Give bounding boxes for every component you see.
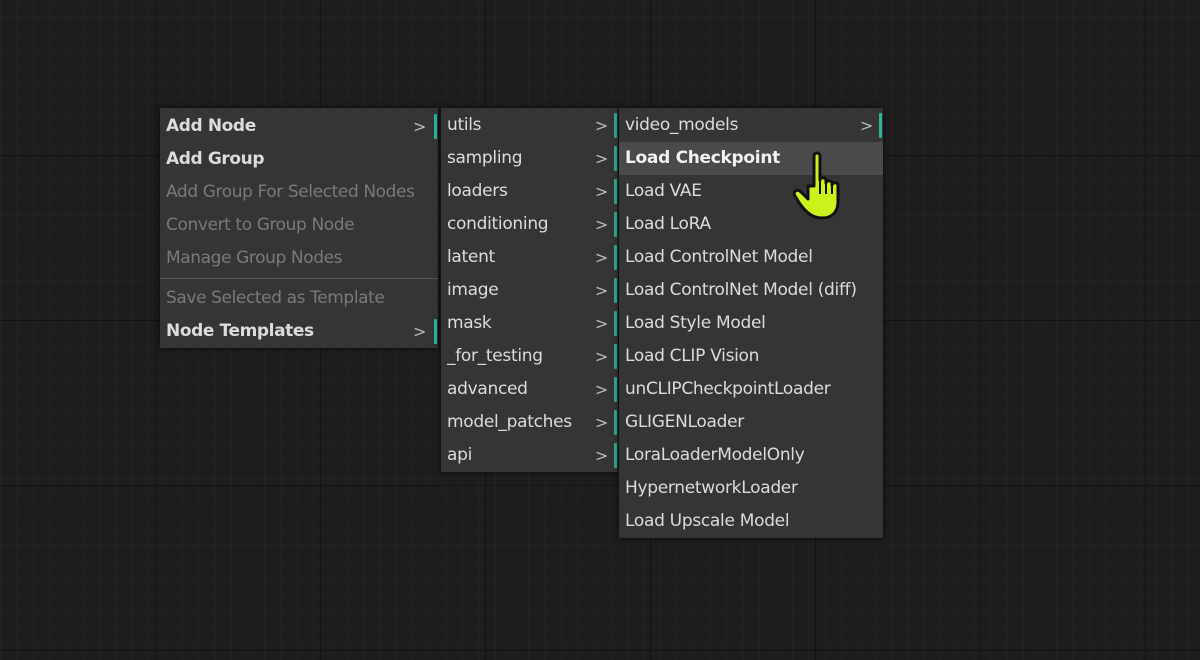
submenu-arrow-icon: > bbox=[594, 347, 608, 366]
category-submenu: utils > sampling > loaders > conditionin… bbox=[441, 108, 618, 472]
menu-item-label: Load LoRA bbox=[625, 214, 711, 234]
submenu-indicator bbox=[434, 114, 437, 139]
menu-item-label: utils bbox=[447, 115, 482, 135]
menu-item-label: api bbox=[447, 445, 473, 465]
submenu-arrow-icon: > bbox=[859, 116, 873, 135]
loader-item-load-style-model[interactable]: Load Style Model bbox=[619, 307, 883, 340]
menu-item-label: Convert to Group Node bbox=[166, 215, 355, 235]
menu-item-label: Load Checkpoint bbox=[625, 148, 780, 168]
node-graph-canvas[interactable]: Add Node > Add Group Add Group For Selec… bbox=[0, 0, 1200, 660]
submenu-arrow-icon: > bbox=[594, 413, 608, 432]
menu-item-label: model_patches bbox=[447, 412, 572, 432]
menu-item-node-templates[interactable]: Node Templates > bbox=[160, 315, 438, 348]
menu-item-label: video_models bbox=[625, 115, 739, 135]
loader-item-gligen-loader[interactable]: GLIGENLoader bbox=[619, 406, 883, 439]
menu-item-label: advanced bbox=[447, 379, 528, 399]
submenu-arrow-icon: > bbox=[594, 182, 608, 201]
menu-item-label: Load Style Model bbox=[625, 313, 766, 333]
loader-item-load-upscale-model[interactable]: Load Upscale Model bbox=[619, 505, 883, 538]
menu-item-label: Load VAE bbox=[625, 181, 702, 201]
menu-item-label: LoraLoaderModelOnly bbox=[625, 445, 805, 465]
menu-item-label: loaders bbox=[447, 181, 508, 201]
submenu-item-advanced[interactable]: advanced > bbox=[441, 373, 618, 406]
submenu-indicator bbox=[614, 179, 617, 204]
menu-item-convert-to-group-node: Convert to Group Node bbox=[160, 209, 438, 242]
submenu-item-mask[interactable]: mask > bbox=[441, 307, 618, 340]
loader-item-load-controlnet-model-diff[interactable]: Load ControlNet Model (diff) bbox=[619, 274, 883, 307]
submenu-indicator bbox=[614, 113, 617, 138]
loader-item-video-models[interactable]: video_models > bbox=[619, 109, 883, 142]
submenu-indicator bbox=[434, 319, 437, 344]
submenu-arrow-icon: > bbox=[594, 314, 608, 333]
submenu-arrow-icon: > bbox=[594, 446, 608, 465]
submenu-item-sampling[interactable]: sampling > bbox=[441, 142, 618, 175]
submenu-indicator bbox=[879, 113, 882, 138]
loader-item-load-lora[interactable]: Load LoRA bbox=[619, 208, 883, 241]
menu-item-label: latent bbox=[447, 247, 495, 267]
loader-item-load-vae[interactable]: Load VAE bbox=[619, 175, 883, 208]
loader-item-hypernetwork-loader[interactable]: HypernetworkLoader bbox=[619, 472, 883, 505]
submenu-arrow-icon: > bbox=[594, 281, 608, 300]
submenu-arrow-icon: > bbox=[594, 380, 608, 399]
menu-item-manage-group-nodes: Manage Group Nodes bbox=[160, 242, 438, 275]
menu-item-label: mask bbox=[447, 313, 492, 333]
submenu-arrow-icon: > bbox=[594, 149, 608, 168]
menu-item-label: Add Group bbox=[166, 149, 265, 169]
submenu-indicator bbox=[614, 212, 617, 237]
menu-item-label: Save Selected as Template bbox=[166, 288, 385, 308]
submenu-item-loaders[interactable]: loaders > bbox=[441, 175, 618, 208]
submenu-indicator bbox=[614, 311, 617, 336]
submenu-arrow-icon: > bbox=[594, 248, 608, 267]
menu-item-add-node[interactable]: Add Node > bbox=[160, 110, 438, 143]
menu-item-label: Manage Group Nodes bbox=[166, 248, 343, 268]
menu-item-add-group[interactable]: Add Group bbox=[160, 143, 438, 176]
loader-item-load-clip-vision[interactable]: Load CLIP Vision bbox=[619, 340, 883, 373]
submenu-indicator bbox=[614, 344, 617, 369]
menu-item-label: image bbox=[447, 280, 499, 300]
menu-item-label: HypernetworkLoader bbox=[625, 478, 798, 498]
submenu-indicator bbox=[614, 410, 617, 435]
submenu-indicator bbox=[614, 245, 617, 270]
menu-item-label: Load CLIP Vision bbox=[625, 346, 760, 366]
submenu-item-for-testing[interactable]: _for_testing > bbox=[441, 340, 618, 373]
loader-item-lora-loader-model-only[interactable]: LoraLoaderModelOnly bbox=[619, 439, 883, 472]
menu-item-label: Add Group For Selected Nodes bbox=[166, 182, 415, 202]
submenu-item-utils[interactable]: utils > bbox=[441, 109, 618, 142]
submenu-arrow-icon: > bbox=[594, 116, 608, 135]
loader-item-unclip-checkpoint-loader[interactable]: unCLIPCheckpointLoader bbox=[619, 373, 883, 406]
submenu-indicator bbox=[614, 146, 617, 171]
submenu-arrow-icon: > bbox=[412, 322, 426, 341]
loader-item-load-controlnet-model[interactable]: Load ControlNet Model bbox=[619, 241, 883, 274]
menu-item-label: Load Upscale Model bbox=[625, 511, 790, 531]
submenu-item-api[interactable]: api > bbox=[441, 439, 618, 472]
loader-item-load-checkpoint[interactable]: Load Checkpoint bbox=[619, 142, 883, 175]
loaders-submenu: video_models > Load Checkpoint Load VAE … bbox=[619, 108, 883, 538]
submenu-arrow-icon: > bbox=[412, 117, 426, 136]
menu-item-label: GLIGENLoader bbox=[625, 412, 744, 432]
menu-separator bbox=[160, 278, 438, 279]
menu-item-label: _for_testing bbox=[447, 346, 543, 366]
menu-item-label: Load ControlNet Model (diff) bbox=[625, 280, 857, 300]
submenu-item-model-patches[interactable]: model_patches > bbox=[441, 406, 618, 439]
menu-item-label: unCLIPCheckpointLoader bbox=[625, 379, 831, 399]
menu-item-label: sampling bbox=[447, 148, 523, 168]
submenu-arrow-icon: > bbox=[594, 215, 608, 234]
submenu-indicator bbox=[614, 443, 617, 468]
submenu-item-latent[interactable]: latent > bbox=[441, 241, 618, 274]
menu-item-label: Add Node bbox=[166, 116, 256, 136]
menu-item-label: Load ControlNet Model bbox=[625, 247, 813, 267]
submenu-item-conditioning[interactable]: conditioning > bbox=[441, 208, 618, 241]
menu-item-add-group-for-selected-nodes: Add Group For Selected Nodes bbox=[160, 176, 438, 209]
submenu-indicator bbox=[614, 377, 617, 402]
submenu-item-image[interactable]: image > bbox=[441, 274, 618, 307]
menu-item-label: conditioning bbox=[447, 214, 549, 234]
menu-item-save-selected-as-template: Save Selected as Template bbox=[160, 282, 438, 315]
submenu-indicator bbox=[614, 278, 617, 303]
context-menu: Add Node > Add Group Add Group For Selec… bbox=[160, 108, 438, 348]
menu-item-label: Node Templates bbox=[166, 321, 314, 341]
